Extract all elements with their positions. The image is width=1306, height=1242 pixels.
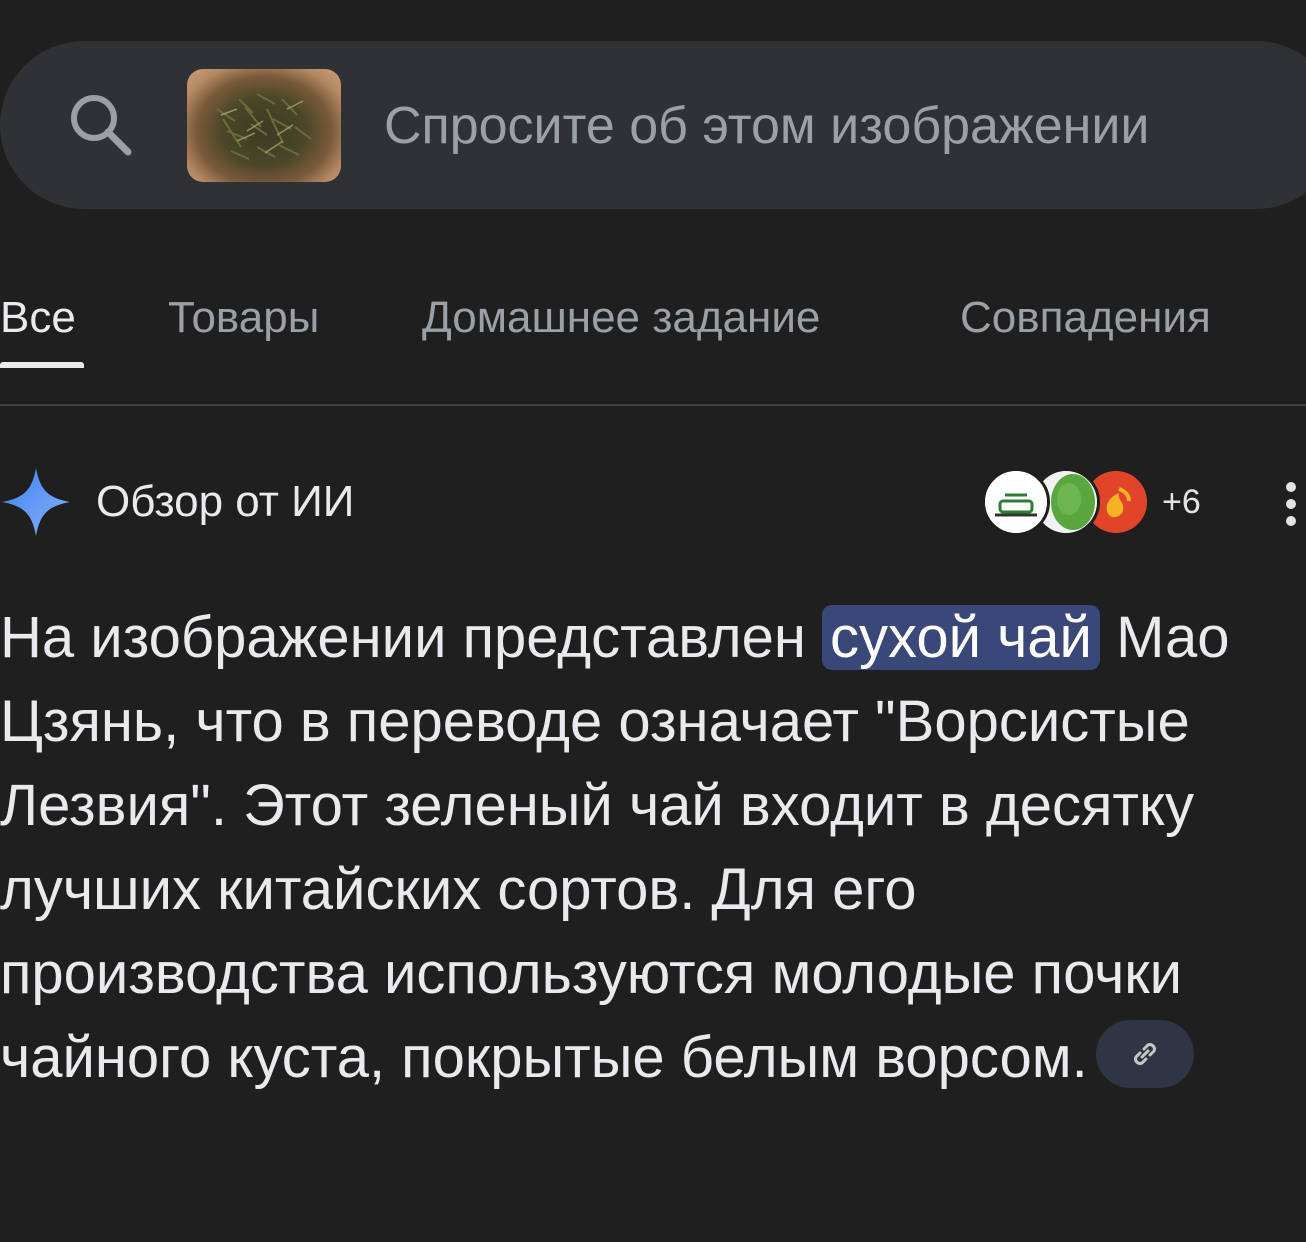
overview-text-start: На изображении представлен <box>0 605 822 670</box>
ai-overview-header: Обзор от ИИ +6 <box>0 462 1306 542</box>
ai-overview-title: Обзор от ИИ <box>96 477 355 526</box>
tab-products[interactable]: Товары <box>168 290 319 346</box>
more-sources-count[interactable]: +6 <box>1162 482 1201 522</box>
source-link-button[interactable] <box>1095 1019 1194 1088</box>
ai-overview-text: На изображении представлен сухой чай Мао… <box>0 596 1300 1100</box>
tabs-divider <box>0 404 1306 406</box>
gemini-sparkle-icon <box>2 468 70 536</box>
more-options-icon[interactable] <box>1286 482 1306 526</box>
tab-all[interactable]: Все <box>0 290 76 346</box>
active-tab-indicator <box>0 362 84 368</box>
search-icon[interactable] <box>66 92 136 162</box>
highlighted-phrase[interactable]: сухой чай <box>821 605 1100 670</box>
link-icon <box>1133 1042 1156 1065</box>
image-thumbnail[interactable] <box>187 69 341 182</box>
source-avatar-1[interactable] <box>982 468 1050 536</box>
tab-homework[interactable]: Домашнее задание <box>422 290 820 346</box>
tab-matches[interactable]: Совпадения <box>960 290 1211 346</box>
tab-bar: Все Товары Домашнее задание Совпадения <box>0 290 1306 370</box>
overview-text-rest: Мао Цзянь, что в переводе означает "Ворс… <box>0 605 1230 1090</box>
search-input[interactable]: Спросите об этом изображении <box>384 94 1149 158</box>
